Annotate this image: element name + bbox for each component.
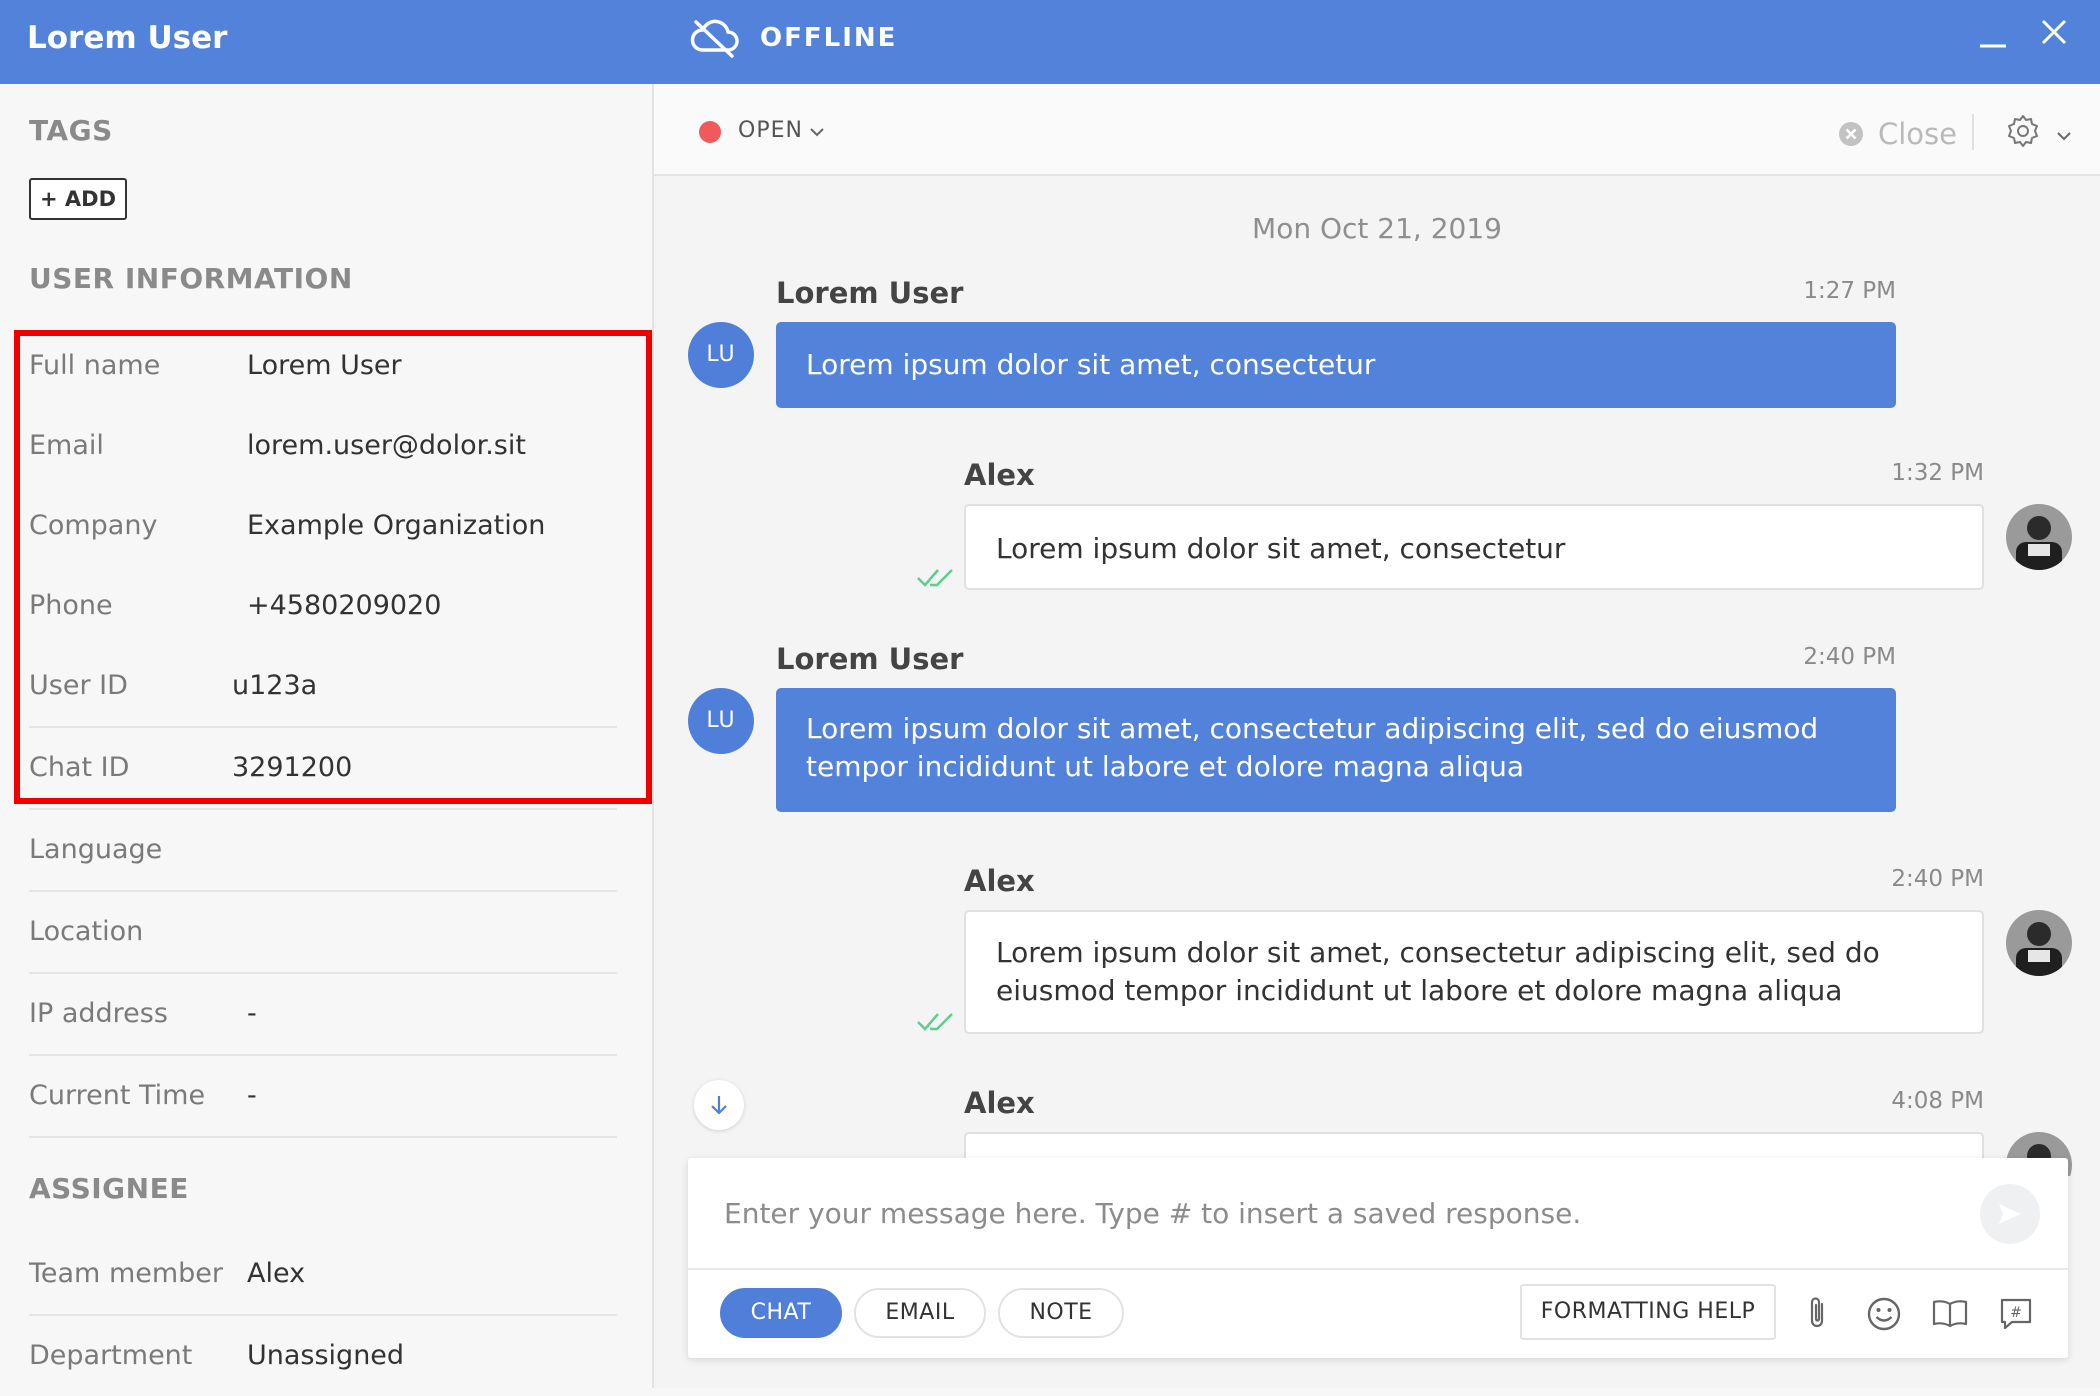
conversation-panel: OPEN Close Mon Oct 21, 2019 Lorem User 1… xyxy=(654,84,2100,1388)
info-value: +4580209020 xyxy=(247,590,442,621)
info-label: Email xyxy=(29,430,104,461)
composer-divider xyxy=(688,1268,2068,1270)
message-bubble: Lorem ipsum dolor sit amet, consectetur … xyxy=(776,688,1896,812)
close-circle-icon xyxy=(1839,122,1863,146)
agent-photo-icon xyxy=(2006,910,2072,976)
info-row-user-id: User ID u123a xyxy=(29,646,617,728)
info-value: - xyxy=(247,1080,257,1111)
info-row-ip-address: IP address - xyxy=(29,974,617,1056)
window-title: Lorem User xyxy=(27,20,228,56)
message-sender: Alex xyxy=(964,458,1035,492)
info-row-department: Department Unassigned xyxy=(29,1316,617,1396)
tab-chat[interactable]: CHAT xyxy=(720,1288,842,1338)
message-sender: Lorem User xyxy=(776,642,964,676)
info-label: Department xyxy=(29,1340,193,1371)
cloud-offline-icon xyxy=(690,19,739,58)
user-information-heading: USER INFORMATION xyxy=(29,262,353,295)
conversation-toolbar: OPEN Close xyxy=(654,84,2100,176)
info-value: Lorem User xyxy=(247,350,402,381)
message-time: 4:08 PM xyxy=(1891,1088,1984,1114)
info-label: Team member xyxy=(29,1258,224,1289)
agent-photo-icon xyxy=(2006,504,2072,570)
info-value: lorem.user@dolor.sit xyxy=(247,430,526,461)
info-label: Location xyxy=(29,916,144,947)
close-label: Close xyxy=(1878,117,1957,151)
tab-note[interactable]: NOTE xyxy=(998,1288,1124,1338)
close-icon[interactable] xyxy=(2036,14,2072,50)
tags-heading: TAGS xyxy=(29,114,113,147)
info-row-current-time: Current Time - xyxy=(29,1056,617,1138)
message-bubble: Lorem ipsum dolor sit amet, consectetur … xyxy=(964,910,1984,1034)
title-bar: Lorem User OFFLINE xyxy=(0,0,2100,84)
info-value: 3291200 xyxy=(232,752,353,783)
svg-text:#: # xyxy=(2010,1305,2022,1321)
info-label: User ID xyxy=(29,670,128,701)
info-row-location: Location xyxy=(29,892,617,974)
info-label: IP address xyxy=(29,998,168,1029)
agent-avatar xyxy=(2006,910,2072,976)
agent-avatar xyxy=(2006,504,2072,570)
add-tag-button[interactable]: + ADD xyxy=(29,178,127,220)
formatting-help-button[interactable]: FORMATTING HELP xyxy=(1520,1284,1776,1340)
info-label: Full name xyxy=(29,350,161,381)
send-button[interactable] xyxy=(1980,1184,2040,1244)
message-composer: CHAT EMAIL NOTE FORMATTING HELP # xyxy=(688,1158,2068,1358)
tab-email[interactable]: EMAIL xyxy=(854,1288,986,1338)
info-label: Phone xyxy=(29,590,113,621)
info-label: Language xyxy=(29,834,163,865)
user-details-panel: TAGS + ADD USER INFORMATION Full name Lo… xyxy=(0,84,654,1388)
chevron-down-icon[interactable] xyxy=(2054,126,2074,146)
message-sender: Lorem User xyxy=(776,276,964,310)
info-value: Alex xyxy=(247,1258,306,1289)
message-bubble: Lorem ipsum dolor sit amet, consectetur xyxy=(776,322,1896,408)
info-value: u123a xyxy=(232,670,318,701)
saved-responses-icon[interactable]: # xyxy=(1996,1294,2036,1334)
info-row-company: Company Example Organization xyxy=(29,486,617,566)
info-row-chat-id: Chat ID 3291200 xyxy=(29,728,617,810)
info-value: Unassigned xyxy=(247,1340,405,1371)
info-row-language: Language xyxy=(29,810,617,892)
message-sender: Alex xyxy=(964,1086,1035,1120)
info-value: Example Organization xyxy=(247,510,546,541)
info-label: Current Time xyxy=(29,1080,206,1111)
avatar: LU xyxy=(688,688,754,754)
connection-status-label: OFFLINE xyxy=(760,23,898,53)
info-row-phone: Phone +4580209020 xyxy=(29,566,617,646)
message-time: 2:40 PM xyxy=(1803,644,1896,670)
close-conversation-button[interactable]: Close xyxy=(1838,114,1957,154)
info-value: - xyxy=(247,998,257,1029)
status-dot xyxy=(699,121,721,143)
scroll-to-bottom-button[interactable] xyxy=(694,1080,744,1130)
message-bubble: Lorem ipsum dolor sit amet, consectetur xyxy=(964,504,1984,590)
info-row-team-member: Team member Alex xyxy=(29,1234,617,1316)
minimize-icon[interactable] xyxy=(1976,20,2010,54)
message-sender: Alex xyxy=(964,864,1035,898)
gear-icon[interactable] xyxy=(2004,112,2042,150)
info-label: Company xyxy=(29,510,158,541)
arrow-down-icon xyxy=(711,1096,727,1115)
info-row-email: Email lorem.user@dolor.sit xyxy=(29,406,617,486)
status-dropdown[interactable]: OPEN xyxy=(738,118,803,143)
emoji-icon[interactable] xyxy=(1864,1294,1904,1334)
read-receipt-icon xyxy=(917,569,953,587)
date-separator: Mon Oct 21, 2019 xyxy=(1252,212,1502,245)
info-label: Chat ID xyxy=(29,752,130,783)
message-time: 1:27 PM xyxy=(1803,278,1896,304)
info-row-full-name: Full name Lorem User xyxy=(29,326,617,406)
message-list[interactable]: Mon Oct 21, 2019 Lorem User 1:27 PM LU L… xyxy=(654,176,2100,1176)
message-input[interactable] xyxy=(688,1158,2068,1268)
assignee-heading: ASSIGNEE xyxy=(29,1172,189,1205)
avatar: LU xyxy=(688,322,754,388)
connection-status: OFFLINE xyxy=(688,18,897,58)
read-receipt-icon xyxy=(917,1013,953,1031)
chevron-down-icon[interactable] xyxy=(807,122,827,142)
knowledge-base-book-icon[interactable] xyxy=(1930,1294,1970,1334)
message-time: 2:40 PM xyxy=(1891,866,1984,892)
message-time: 1:32 PM xyxy=(1891,460,1984,486)
send-icon xyxy=(1999,1204,2021,1224)
toolbar-divider xyxy=(1972,114,1974,150)
paperclip-icon[interactable] xyxy=(1798,1294,1838,1334)
